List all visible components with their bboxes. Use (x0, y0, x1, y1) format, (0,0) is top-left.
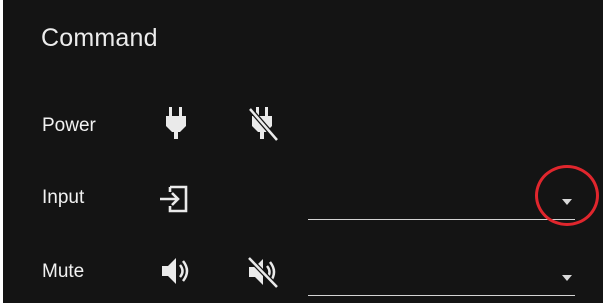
volume-on-icon[interactable] (160, 255, 194, 287)
mute-select[interactable] (308, 266, 575, 296)
chevron-down-icon[interactable] (562, 275, 572, 281)
power-plug-icon[interactable] (162, 106, 190, 140)
highlight-circle (535, 165, 599, 226)
mute-label: Mute (42, 261, 85, 282)
power-label: Power (42, 115, 96, 136)
power-plug-off-icon[interactable] (246, 106, 280, 142)
panel-title: Command (41, 24, 158, 52)
input-label: Input (42, 187, 85, 208)
mute-select-underline (308, 295, 575, 296)
input-icon[interactable] (158, 184, 190, 214)
command-panel: Command Power Input Mute (3, 0, 603, 303)
input-select-underline (308, 219, 575, 220)
volume-off-icon[interactable] (245, 255, 281, 289)
